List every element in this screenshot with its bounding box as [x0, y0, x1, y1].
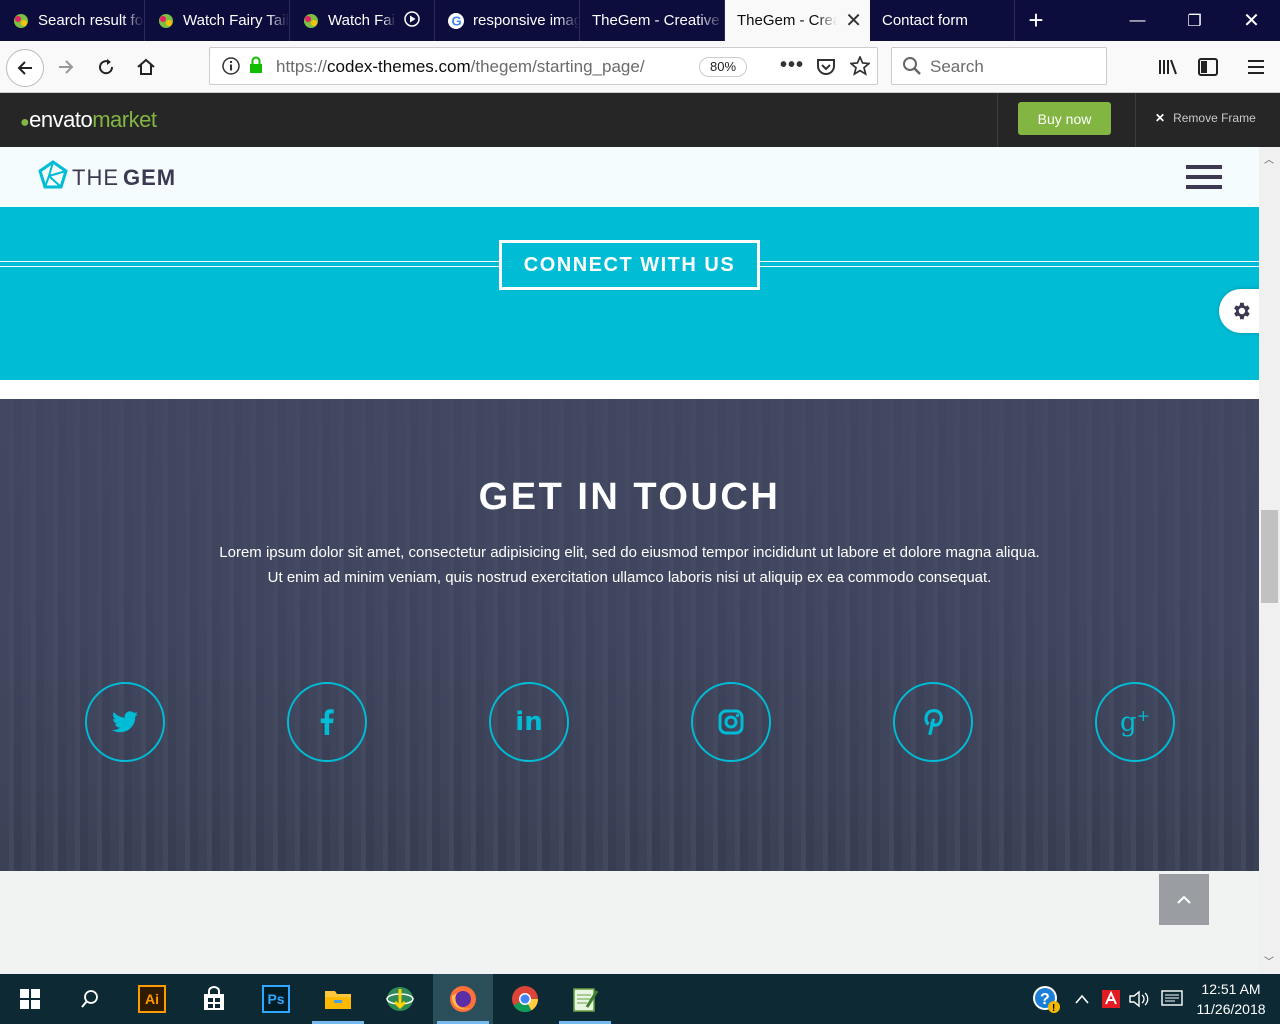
navigation-toolbar: https://codex-themes.com/thegem/starting… [0, 41, 1280, 93]
close-tab-icon[interactable]: ✕ [845, 8, 870, 33]
tab-responsive-images[interactable]: G responsive images [435, 0, 580, 41]
zoom-indicator[interactable]: 80% [699, 57, 748, 77]
facebook-icon[interactable] [287, 682, 367, 762]
help-notification-icon[interactable]: ?! [1018, 974, 1074, 1024]
tab-thegem-active[interactable]: TheGem - Creative ✕ [725, 0, 870, 41]
minimize-button[interactable]: — [1109, 0, 1166, 41]
home-button[interactable] [130, 51, 162, 83]
connect-section: CONNECT WITH US [0, 207, 1259, 380]
get-in-touch-section: GET IN TOUCH Lorem ipsum dolor sit amet,… [0, 399, 1259, 871]
download-manager-icon[interactable] [370, 974, 430, 1024]
photoshop-icon[interactable]: Ps [246, 974, 306, 1024]
fairy-tail-icon [302, 12, 320, 30]
tab-thegem-1[interactable]: TheGem - Creative [580, 0, 725, 41]
taskbar-search-icon[interactable] [60, 974, 120, 1024]
tray-overflow-icon[interactable] [1070, 974, 1094, 1024]
contact-text-line-2: Ut enim ad minim veniam, quis nostrud ex… [267, 569, 992, 586]
back-button[interactable] [6, 49, 44, 87]
svg-text:G: G [452, 13, 462, 28]
reload-button[interactable] [90, 51, 122, 83]
settings-gear-icon[interactable] [1219, 289, 1259, 333]
instagram-icon[interactable] [691, 682, 771, 762]
info-icon[interactable] [222, 57, 240, 80]
thegem-logo[interactable]: THE GEM [38, 160, 176, 196]
tab-strip: Search result for Watch Fairy Tail Watch… [0, 0, 1280, 41]
scroll-down-arrow-icon[interactable]: ﹀ [1264, 953, 1274, 968]
network-icon[interactable] [1158, 974, 1186, 1024]
store-icon[interactable] [184, 974, 244, 1024]
twitter-icon[interactable] [85, 682, 165, 762]
tab-contact-form[interactable]: Contact form [870, 0, 1015, 41]
linkedin-icon[interactable]: in [489, 682, 569, 762]
section-divider [0, 380, 1259, 399]
system-clock[interactable]: 12:51 AM 11/26/2018 [1190, 979, 1272, 1019]
google-icon: G [447, 12, 465, 30]
contact-text-line-1: Lorem ipsum dolor sit amet, consectetur … [219, 544, 1040, 561]
bookmark-star-icon[interactable] [848, 54, 872, 81]
restore-button[interactable]: ❐ [1166, 0, 1223, 41]
secure-lock-icon [248, 56, 264, 79]
buy-now-button[interactable]: Buy now [1018, 102, 1111, 135]
web-page: THE GEM CONNECT WITH US GET IN TOUCH Lore… [0, 147, 1259, 974]
notepad-icon[interactable] [555, 974, 615, 1024]
remove-frame-link[interactable]: ✕ Remove Frame [1155, 111, 1256, 125]
url-text[interactable]: https://codex-themes.com/thegem/starting… [276, 57, 656, 77]
chrome-icon[interactable] [495, 974, 555, 1024]
file-explorer-icon[interactable] [308, 974, 368, 1024]
windows-taskbar: Ai Ps ?! 12:51 AM 11/26/2018 [0, 974, 1280, 1024]
illustrator-icon[interactable]: Ai [122, 974, 182, 1024]
svg-text:!: ! [1052, 1003, 1055, 1014]
tab-watch-fairy-tail-1[interactable]: Watch Fairy Tail [145, 0, 290, 41]
pocket-icon[interactable] [816, 57, 836, 82]
close-window-button[interactable]: ✕ [1223, 0, 1280, 41]
scrollbar-thumb[interactable] [1261, 510, 1278, 603]
search-icon [902, 56, 922, 81]
scroll-up-arrow-icon[interactable]: ︿ [1264, 151, 1274, 166]
hamburger-menu-icon[interactable] [1240, 51, 1272, 83]
page-actions-icon[interactable]: ••• [780, 54, 804, 77]
site-menu-icon[interactable] [1186, 165, 1222, 189]
library-icon[interactable] [1152, 51, 1184, 83]
forward-button[interactable] [50, 51, 82, 83]
google-plus-icon[interactable]: g+ [1095, 682, 1175, 762]
scroll-to-top-button[interactable] [1159, 874, 1209, 925]
close-icon: ✕ [1155, 111, 1166, 125]
gem-logo-icon [38, 160, 68, 196]
new-tab-button[interactable]: + [1015, 0, 1057, 41]
pinterest-icon[interactable] [893, 682, 973, 762]
tab-search-result[interactable]: Search result for [0, 0, 145, 41]
fairy-tail-icon [157, 12, 175, 30]
windows-start-icon[interactable] [0, 974, 60, 1024]
tab-watch-fairy-tail-2[interactable]: Watch Fairy Tail [290, 0, 435, 41]
volume-icon[interactable] [1126, 974, 1154, 1024]
address-bar[interactable]: https://codex-themes.com/thegem/starting… [209, 47, 878, 85]
sidebar-toggle-icon[interactable] [1192, 51, 1224, 83]
fairy-tail-icon [12, 12, 30, 30]
antivirus-icon[interactable] [1098, 974, 1124, 1024]
section-title: GET IN TOUCH [478, 476, 781, 518]
connect-with-us-button[interactable]: CONNECT WITH US [499, 240, 760, 290]
envato-market-logo[interactable]: ●envatomarket [20, 107, 157, 133]
firefox-icon[interactable] [433, 974, 493, 1024]
site-header: THE GEM [0, 147, 1259, 207]
play-icon[interactable] [404, 10, 434, 31]
search-bar[interactable]: Search [891, 47, 1107, 85]
leaf-icon: ● [20, 114, 30, 131]
